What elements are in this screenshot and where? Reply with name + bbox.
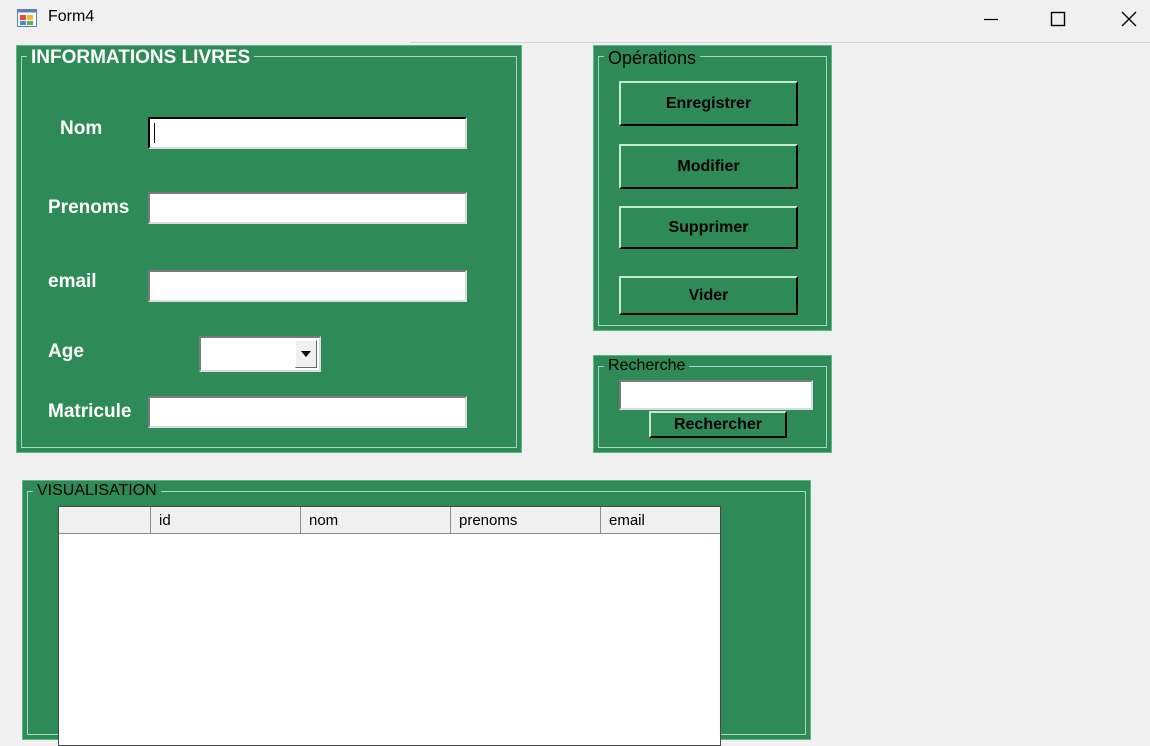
matricule-label: Matricule — [48, 401, 132, 422]
operations-group-title: Opérations — [604, 48, 701, 69]
column-header-prenoms[interactable]: prenoms — [451, 507, 601, 533]
prenoms-input[interactable] — [148, 192, 467, 224]
operations-groupbox: Opérations Enregistrer Modifier Supprime… — [593, 45, 832, 331]
text-caret — [154, 123, 155, 143]
data-grid[interactable]: id nom prenoms email — [58, 506, 721, 746]
age-combobox[interactable] — [199, 336, 321, 372]
edit-button[interactable]: Modifier — [619, 144, 798, 189]
visualisation-groupbox: VISUALISATION id nom prenoms email — [22, 480, 811, 746]
email-label: email — [48, 271, 97, 292]
column-header-id[interactable]: id — [151, 507, 301, 533]
search-input[interactable] — [619, 380, 813, 410]
row-header-cell[interactable] — [59, 507, 151, 533]
groupbox-frame — [21, 56, 517, 448]
minimize-button[interactable] — [956, 0, 1026, 38]
title-separator — [410, 42, 1150, 43]
info-group-title: INFORMATIONS LIVRES — [27, 47, 255, 69]
nom-label: Nom — [60, 118, 103, 139]
title-bar: Form4 — [0, 0, 1150, 38]
winforms-app-icon — [17, 9, 37, 27]
close-button[interactable] — [1094, 0, 1150, 38]
search-group-title: Recherche — [604, 357, 690, 375]
age-label: Age — [48, 341, 84, 362]
grid-header: id nom prenoms email — [59, 507, 720, 534]
visualisation-group-title: VISUALISATION — [33, 482, 161, 500]
prenoms-label: Prenoms — [48, 197, 130, 218]
email-input[interactable] — [148, 270, 467, 302]
minimize-icon — [984, 18, 998, 21]
chevron-down-icon — [301, 351, 311, 357]
matricule-input[interactable] — [148, 396, 467, 428]
clear-button[interactable]: Vider — [619, 276, 798, 315]
delete-button[interactable]: Supprimer — [619, 206, 798, 249]
save-button[interactable]: Enregistrer — [619, 81, 798, 126]
maximize-button[interactable] — [1023, 0, 1093, 38]
dropdown-button[interactable] — [295, 340, 317, 368]
search-button[interactable]: Rechercher — [649, 411, 787, 438]
window-title: Form4 — [48, 8, 95, 25]
nom-input[interactable] — [148, 117, 467, 149]
info-groupbox: INFORMATIONS LIVRES Nom Prenoms email Ag… — [16, 45, 522, 453]
column-header-email[interactable]: email — [601, 507, 720, 533]
maximize-icon — [1050, 11, 1066, 27]
close-icon — [1121, 11, 1137, 27]
search-groupbox: Recherche Rechercher — [593, 355, 832, 453]
column-header-nom[interactable]: nom — [301, 507, 451, 533]
